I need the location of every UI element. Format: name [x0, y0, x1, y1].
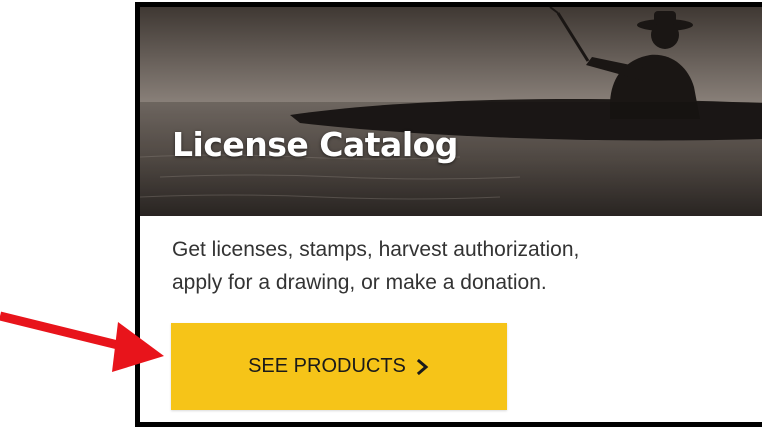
license-catalog-card: License Catalog Get licenses, stamps, ha…: [135, 2, 762, 427]
chevron-right-icon: [416, 358, 429, 375]
card-description-line-1: Get licenses, stamps, harvest authorizat…: [172, 238, 580, 261]
red-arrow-icon: [0, 311, 164, 372]
see-products-button[interactable]: SEE PRODUCTS: [171, 323, 507, 410]
card-title: License Catalog: [172, 125, 458, 164]
card-description-line-2: apply for a drawing, or make a donation.: [172, 271, 547, 294]
screenshot-stage: License Catalog Get licenses, stamps, ha…: [0, 0, 762, 429]
hero-image: License Catalog: [140, 7, 762, 216]
fisherman-silhouette-image: [140, 7, 762, 216]
card-description: Get licenses, stamps, harvest authorizat…: [172, 233, 732, 299]
see-products-label: SEE PRODUCTS: [248, 355, 406, 377]
